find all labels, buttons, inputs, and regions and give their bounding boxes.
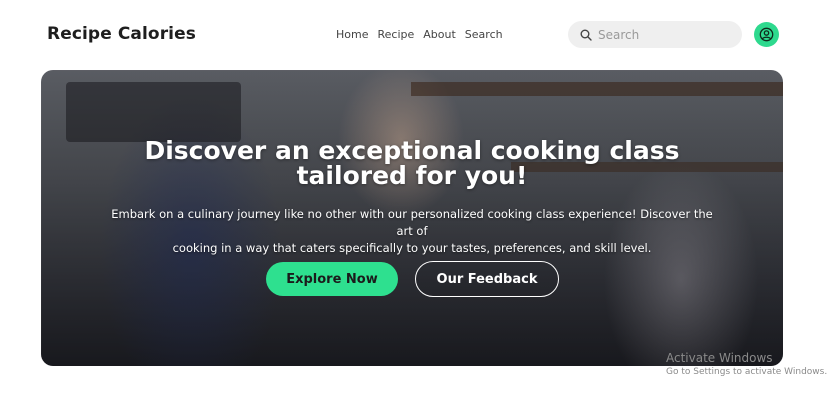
nav-link-recipe[interactable]: Recipe (377, 28, 414, 41)
windows-activation-watermark: Activate Windows Go to Settings to activ… (666, 350, 827, 378)
our-feedback-button[interactable]: Our Feedback (415, 261, 559, 297)
explore-now-button[interactable]: Explore Now (266, 262, 398, 296)
watermark-title: Activate Windows (666, 351, 773, 365)
main-nav: Home Recipe About Search (336, 28, 503, 41)
search-bar[interactable] (568, 21, 742, 48)
nav-link-home[interactable]: Home (336, 28, 368, 41)
hero-title: Discover an exceptional cooking class ta… (41, 138, 783, 188)
hero-banner: Discover an exceptional cooking class ta… (41, 70, 783, 366)
search-input[interactable] (598, 27, 728, 42)
hero-description: Embark on a culinary journey like no oth… (111, 206, 713, 257)
nav-link-search[interactable]: Search (465, 28, 503, 41)
watermark-subtitle: Go to Settings to activate Windows. (666, 367, 828, 377)
search-icon (580, 29, 592, 41)
nav-link-about[interactable]: About (423, 28, 456, 41)
profile-button[interactable] (754, 22, 779, 47)
user-circle-icon (759, 27, 774, 42)
hero-description-line: cooking in a way that caters specificall… (172, 241, 652, 255)
site-logo[interactable]: Recipe Calories (47, 24, 196, 44)
hero-title-line: tailored for you! (296, 161, 528, 190)
hero-description-line: Embark on a culinary journey like no oth… (111, 207, 713, 238)
